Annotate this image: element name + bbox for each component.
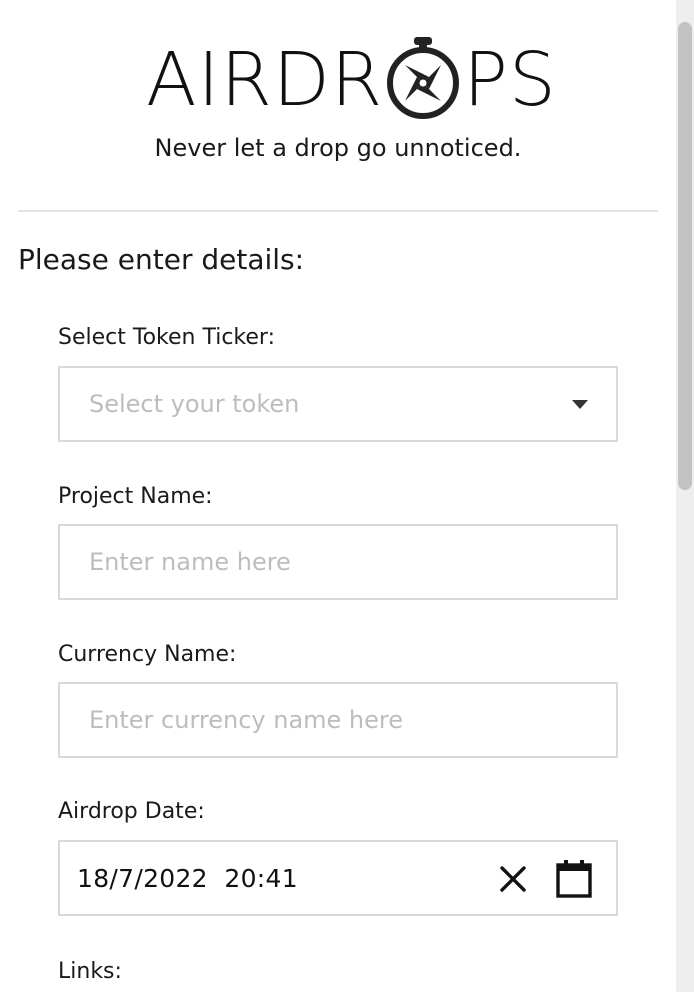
header: AIRDR PS Never let a drop go unnoticed.	[0, 0, 676, 212]
compass-icon	[385, 37, 461, 119]
token-ticker-select[interactable]: Select your token	[58, 366, 618, 442]
airdrop-date-label: Airdrop Date:	[58, 799, 205, 824]
project-name-placeholder: Enter name here	[89, 548, 291, 576]
logo[interactable]: AIRDR PS	[146, 37, 557, 123]
token-ticker-label: Select Token Ticker:	[58, 325, 275, 350]
currency-name-label: Currency Name:	[58, 642, 237, 667]
chevron-down-icon[interactable]	[572, 400, 588, 409]
logo-text-right: PS	[463, 37, 557, 123]
form-heading: Please enter details:	[18, 243, 305, 276]
logo-text-left: AIRDR	[146, 37, 384, 123]
currency-name-input[interactable]: Enter currency name here	[58, 682, 618, 758]
token-ticker-placeholder: Select your token	[89, 390, 300, 418]
airdrop-date-input[interactable]: 18/7/2022 20:41	[58, 840, 618, 916]
calendar-icon[interactable]	[556, 860, 592, 898]
project-name-label: Project Name:	[58, 484, 213, 509]
close-icon[interactable]	[498, 864, 528, 894]
page: AIRDR PS Never let a drop go unnoticed. …	[0, 0, 694, 992]
airdrop-date-value: 18/7/2022 20:41	[77, 863, 298, 893]
scrollbar-track[interactable]	[676, 0, 694, 992]
header-divider	[18, 210, 658, 212]
currency-name-placeholder: Enter currency name here	[89, 706, 404, 734]
project-name-input[interactable]: Enter name here	[58, 524, 618, 600]
tagline: Never let a drop go unnoticed.	[154, 134, 522, 162]
links-label: Links:	[58, 959, 122, 984]
scrollbar-thumb[interactable]	[678, 22, 692, 490]
